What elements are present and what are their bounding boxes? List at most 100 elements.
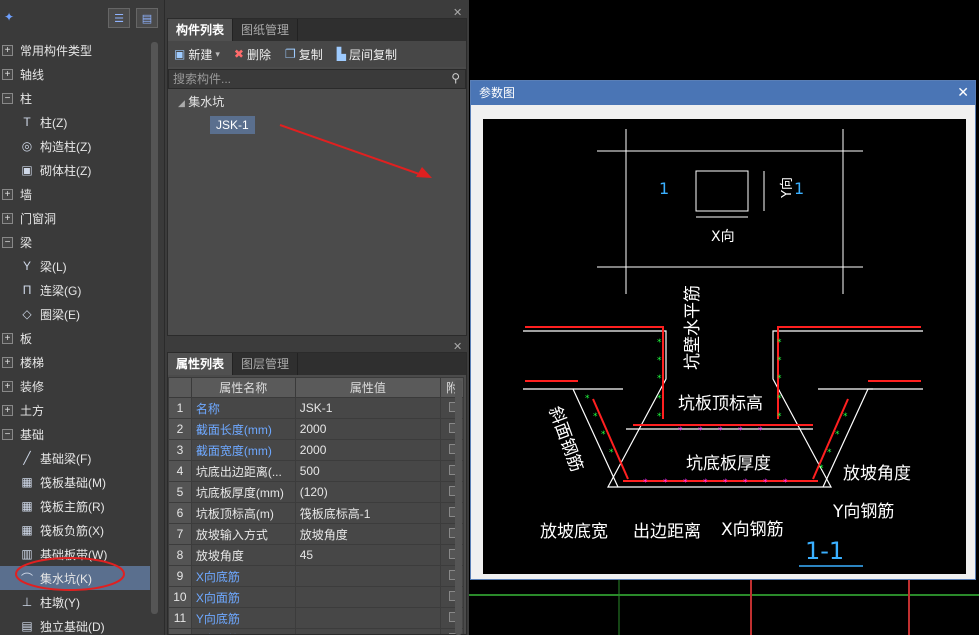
- tree-group[interactable]: + 常用构件类型: [0, 38, 150, 62]
- tree-group[interactable]: + 墙: [0, 182, 150, 206]
- svg-text:*: *: [698, 426, 703, 436]
- table-row[interactable]: 1 名称 JSK-1: [168, 397, 464, 419]
- delete-button[interactable]: ✖ 删除: [234, 46, 271, 63]
- prop-value-cell[interactable]: 500: [294, 460, 442, 482]
- tree-group[interactable]: + 装修: [0, 374, 150, 398]
- table-row[interactable]: 5 坑底板厚度(mm) (120): [168, 481, 464, 503]
- tab-component-list[interactable]: 构件列表: [168, 19, 234, 41]
- table-row[interactable]: 8 放坡角度 45: [168, 544, 464, 566]
- table-row[interactable]: 12Y向面筋: [168, 628, 464, 634]
- tree-group[interactable]: + 楼梯: [0, 350, 150, 374]
- svg-text:*: *: [763, 478, 768, 488]
- prop-value-cell[interactable]: [294, 565, 442, 587]
- table-row[interactable]: 3 截面宽度(mm) 2000: [168, 439, 464, 461]
- tree-group[interactable]: − 梁: [0, 230, 150, 254]
- tree-item[interactable]: ⊥ 柱墩(Y): [0, 590, 150, 614]
- prop-value-cell[interactable]: JSK-1: [294, 397, 442, 419]
- prop-name-cell: 坑底出边距离(...: [190, 460, 296, 482]
- collapse-icon[interactable]: ◢: [178, 98, 185, 108]
- expand-icon[interactable]: +: [2, 404, 13, 416]
- y-direction-label: Y向: [779, 177, 795, 199]
- expand-icon[interactable]: −: [2, 428, 13, 440]
- wall-bar-label: 坑壁水平筋: [683, 285, 703, 370]
- table-row[interactable]: 2 截面长度(mm) 2000: [168, 418, 464, 440]
- expand-icon[interactable]: +: [2, 68, 13, 80]
- component-search-input[interactable]: 搜索构件...: [168, 69, 466, 89]
- component-icon: T: [23, 115, 31, 129]
- expand-icon[interactable]: +: [2, 380, 13, 392]
- tree-item[interactable]: ▦ 筏板负筋(X): [0, 518, 150, 542]
- close-icon[interactable]: ✕: [957, 84, 969, 101]
- floor-copy-button[interactable]: ▙ 层间复制: [337, 46, 397, 63]
- left-scrollbar[interactable]: [151, 42, 158, 614]
- tab-property-list[interactable]: 属性列表: [168, 353, 234, 375]
- table-row[interactable]: 4 坑底出边距离(... 500: [168, 460, 464, 482]
- expand-icon[interactable]: +: [2, 332, 13, 344]
- tree-group[interactable]: + 门窗洞: [0, 206, 150, 230]
- svg-text:*: *: [657, 338, 662, 348]
- property-scrollbar[interactable]: [455, 380, 462, 635]
- list-view-icon[interactable]: ☰: [108, 8, 130, 28]
- prop-value-cell[interactable]: 放坡角度: [294, 523, 442, 545]
- table-row[interactable]: 6 坑板顶标高(m) 筏板底标高-1: [168, 502, 464, 524]
- tree-item[interactable]: ⌒ 集水坑(K): [0, 566, 150, 590]
- tree-item[interactable]: ▤ 独立基础(D): [0, 614, 150, 635]
- tree-group[interactable]: + 板: [0, 326, 150, 350]
- expand-icon[interactable]: −: [2, 236, 13, 248]
- table-row[interactable]: 7 放坡输入方式 放坡角度: [168, 523, 464, 545]
- property-table: 属性名称 属性值 附 1 名称 JSK-1 2 截面长度(mm) 2000 3 截面宽度(mm…: [168, 377, 464, 634]
- tree-group[interactable]: + 轴线: [0, 62, 150, 86]
- pin-icon[interactable]: ✦: [4, 10, 14, 24]
- expand-icon[interactable]: +: [2, 212, 13, 224]
- search-icon[interactable]: ⚲: [451, 71, 460, 85]
- slant-bar-label: 斜面钢筋: [544, 404, 586, 475]
- tree-item[interactable]: ▦ 筏板主筋(R): [0, 494, 150, 518]
- tree-item[interactable]: ◇ 圈梁(E): [0, 302, 150, 326]
- new-button[interactable]: ▣ 新建 ▾: [174, 46, 220, 63]
- tree-item[interactable]: ▦ 筏板基础(M): [0, 470, 150, 494]
- row-number: 10: [168, 586, 192, 608]
- expand-icon[interactable]: −: [2, 92, 13, 104]
- prop-value-cell[interactable]: [294, 628, 442, 634]
- prop-value-cell[interactable]: 2000: [294, 418, 442, 440]
- prop-name-cell: 坑底板厚度(mm): [190, 481, 296, 503]
- svg-text:*: *: [683, 478, 688, 488]
- component-group[interactable]: 集水坑: [188, 95, 224, 109]
- tab-layer-manage[interactable]: 图层管理: [233, 353, 299, 375]
- tree-item[interactable]: ╱ 基础梁(F): [0, 446, 150, 470]
- prop-value-cell[interactable]: [294, 586, 442, 608]
- tree-label: 柱(Z): [40, 115, 68, 130]
- table-row[interactable]: 11 Y向底筋: [168, 607, 464, 629]
- prop-name-cell: 放坡输入方式: [190, 523, 296, 545]
- expand-icon[interactable]: +: [2, 188, 13, 200]
- delete-icon: ✖: [233, 47, 244, 61]
- tree-item[interactable]: Y 梁(L): [0, 254, 150, 278]
- copy-button[interactable]: ❐ 复制: [285, 46, 323, 63]
- grid-view-icon[interactable]: ▤: [136, 8, 158, 28]
- component-item-jsk1[interactable]: JSK-1: [210, 116, 255, 134]
- tree-item[interactable]: ▣ 砌体柱(Z): [0, 158, 150, 182]
- close-icon[interactable]: ✕: [453, 340, 462, 353]
- prop-value-cell[interactable]: 45: [294, 544, 442, 566]
- expand-icon[interactable]: +: [2, 44, 13, 56]
- prop-value-cell[interactable]: 2000: [294, 439, 442, 461]
- prop-value-cell[interactable]: [294, 607, 442, 629]
- close-icon[interactable]: ✕: [453, 6, 462, 19]
- tree-group[interactable]: − 基础: [0, 422, 150, 446]
- tree-group[interactable]: + 土方: [0, 398, 150, 422]
- table-row[interactable]: 10 X向面筋: [168, 586, 464, 608]
- prop-name-cell: Y向底筋: [190, 607, 296, 629]
- prop-value-cell[interactable]: 筏板底标高-1: [294, 502, 442, 524]
- tree-label: 集水坑(K): [40, 571, 92, 586]
- tree-group[interactable]: − 柱: [0, 86, 150, 110]
- prop-value-cell[interactable]: (120): [294, 481, 442, 503]
- tree-item[interactable]: T 柱(Z): [0, 110, 150, 134]
- tab-drawing-manage[interactable]: 图纸管理: [233, 19, 299, 41]
- component-icon: ◇: [22, 307, 32, 321]
- expand-icon[interactable]: +: [2, 356, 13, 368]
- tree-item[interactable]: П 连梁(G): [0, 278, 150, 302]
- tree-item[interactable]: ▥ 基础板带(W): [0, 542, 150, 566]
- table-row[interactable]: 9 X向底筋: [168, 565, 464, 587]
- tree-item[interactable]: ◎ 构造柱(Z): [0, 134, 150, 158]
- tree-label: 筏板基础(M): [40, 475, 106, 490]
